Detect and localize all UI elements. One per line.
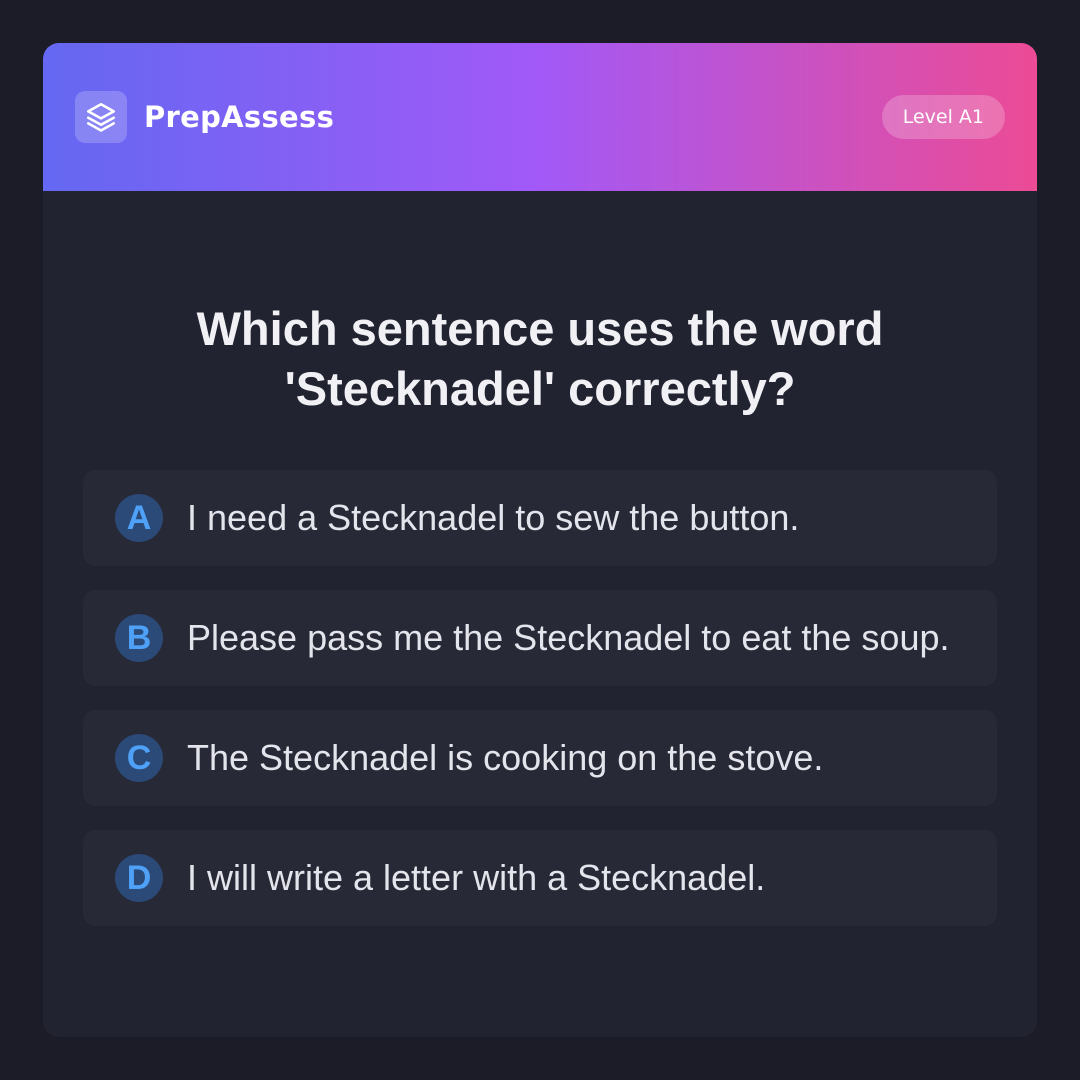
app-header: PrepAssess Level A1 <box>43 43 1037 191</box>
option-text: Please pass me the Stecknadel to eat the… <box>187 617 950 658</box>
option-b[interactable]: B Please pass me the Stecknadel to eat t… <box>83 590 997 686</box>
option-text: I need a Stecknadel to sew the button. <box>187 497 800 538</box>
answer-options: A I need a Stecknadel to sew the button.… <box>83 470 997 950</box>
brand-name: PrepAssess <box>144 100 335 134</box>
layers-icon <box>75 91 127 143</box>
option-letter: D <box>115 854 163 902</box>
quiz-card: PrepAssess Level A1 Which sentence uses … <box>43 43 1037 1037</box>
option-text: The Stecknadel is cooking on the stove. <box>187 737 824 778</box>
brand: PrepAssess <box>75 91 334 143</box>
option-c[interactable]: C The Stecknadel is cooking on the stove… <box>83 710 997 806</box>
level-badge: Level A1 <box>881 95 1005 139</box>
option-text: I will write a letter with a Stecknadel. <box>187 857 766 898</box>
question-text: Which sentence uses the word 'Stecknadel… <box>196 302 884 415</box>
option-d[interactable]: D I will write a letter with a Stecknade… <box>83 830 997 926</box>
option-letter: A <box>115 494 163 542</box>
option-letter: B <box>115 614 163 662</box>
option-a[interactable]: A I need a Stecknadel to sew the button. <box>83 470 997 566</box>
option-letter: C <box>115 734 163 782</box>
